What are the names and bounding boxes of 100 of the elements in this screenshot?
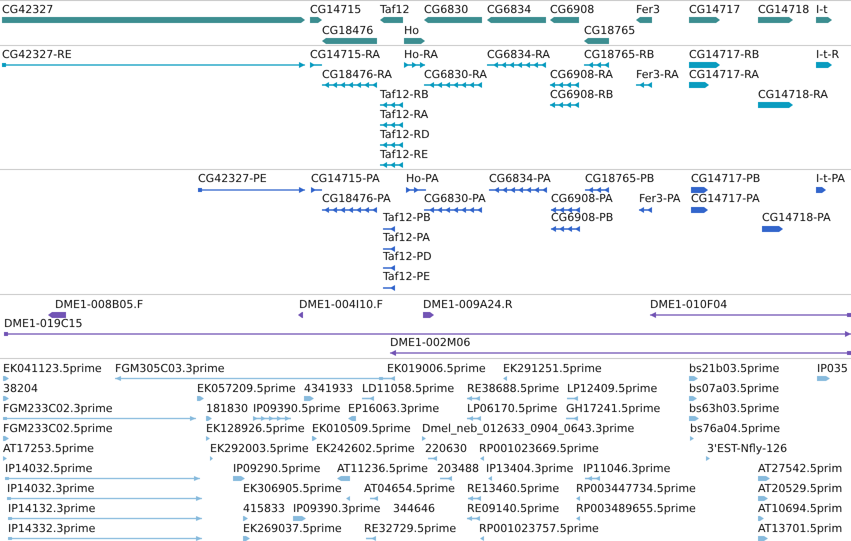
feature-label: EK019006.5prime xyxy=(387,362,486,375)
feature-label: LD11058.5prime xyxy=(362,382,454,395)
feature-label: CG6834 xyxy=(487,3,532,16)
feature-label: Fer3-PA xyxy=(639,192,680,204)
feature-label: 38204 xyxy=(3,382,38,395)
feature-label: bs21b03.5prime xyxy=(689,362,780,375)
feature-label: FGM233C02.3prime xyxy=(3,402,113,415)
feature-label: AT11236.5prime xyxy=(337,462,428,475)
feature-label: CG42327-PE xyxy=(198,172,267,185)
feature-label: 220630 xyxy=(425,442,467,455)
feature-label: CG18765 xyxy=(584,24,636,37)
feature-label: FGM305C03.3prime xyxy=(115,362,225,375)
feature-label: 3'EST-Nfly-126 xyxy=(707,442,788,455)
feature-label: CG42327-RE xyxy=(2,48,72,61)
feature-label: EK269037.5prime xyxy=(243,522,342,535)
feature-label: EK292003.5prime xyxy=(210,442,309,455)
feature-label: I-t xyxy=(816,3,828,16)
feature-label: RE38688.5prime xyxy=(467,382,560,395)
feature-label: CG6834-RA xyxy=(487,48,550,61)
feature-label: I-t-R xyxy=(816,48,840,61)
feature-label: CG14717-RB xyxy=(689,48,760,61)
feature-label: EK306905.5prime xyxy=(243,482,342,495)
feature-label: DME1-002M06 xyxy=(390,336,470,349)
feature-label: CG14715-PA xyxy=(311,172,380,185)
feature-label: Taf12-PB xyxy=(383,211,431,224)
feature-label: Taf12-RD xyxy=(380,128,430,141)
feature-label: CG14715-RA xyxy=(310,48,380,61)
feature-label: CG18765-RB xyxy=(584,48,654,61)
feature-label: RP003489655.5prime xyxy=(576,502,696,515)
feature-label: CG18476 xyxy=(322,24,374,37)
feature-label: IP11046.3prime xyxy=(583,462,670,475)
feature-label: CG6834-PA xyxy=(489,172,551,185)
feature-label: bs76a04.5prime xyxy=(690,422,780,435)
feature-label: IP14332.3prime xyxy=(8,522,96,535)
feature-label: Taf12-PA xyxy=(383,230,430,244)
feature-label: CG14717-PA xyxy=(691,192,760,204)
feature-label: Dmel_neb_012633_0904_0643.3prime xyxy=(422,422,634,435)
feature-label: IP14032.5prime xyxy=(5,462,92,475)
feature-label: CG6908-RA xyxy=(550,68,613,81)
feature-label: 4341933 xyxy=(304,382,353,395)
feature-label: Taf12 xyxy=(380,3,410,16)
feature-label: EK010509.5prime xyxy=(312,422,411,435)
feature-label: CG6830-RA xyxy=(424,68,487,81)
feature-label: CG42327 xyxy=(2,3,54,16)
feature-label: AT20529.5prim xyxy=(758,482,842,495)
feature-label: AT17253.5prime xyxy=(3,442,94,455)
feature-label: Ho-RA xyxy=(404,48,438,61)
feature-label: 344646 xyxy=(393,502,435,515)
feature-label: DME1-008B05.F xyxy=(55,298,144,311)
feature-label: AT04654.5prime xyxy=(364,482,455,495)
feature-label: DME1-009A24.R xyxy=(423,298,513,311)
feature-label: Fer3 xyxy=(636,3,660,16)
feature-label: IP14032.3prime xyxy=(7,482,94,495)
feature-label: RE32729.5prime xyxy=(364,522,456,535)
feature-label: AT27542.5prim xyxy=(758,462,842,475)
feature-label: CG6908-RB xyxy=(550,88,614,101)
feature-label: EK128926.5prime xyxy=(206,422,305,435)
feature-label: CG6908-PB xyxy=(551,211,614,224)
feature-label: CG14718 xyxy=(758,3,810,16)
feature-label: Taf12-PD xyxy=(383,250,432,263)
feature-label: EK242602.5prime xyxy=(316,442,415,455)
feature-label: EK057209.5prime xyxy=(197,382,296,395)
feature-label: RE09140.5prime xyxy=(467,502,560,515)
feature-label: IP14132.3prime xyxy=(8,502,96,515)
feature-label: EK291251.5prime xyxy=(503,362,602,375)
feature-label: CG18765-PB xyxy=(585,172,654,185)
feature-label: IP13404.3prime xyxy=(486,462,574,475)
feature-label: CG6908-PA xyxy=(551,192,613,204)
feature-label: Ho xyxy=(404,24,420,37)
feature-label: Taf12-RB xyxy=(380,88,429,101)
feature-label: Fer3-RA xyxy=(636,68,679,81)
feature-label: CG14718-RA xyxy=(758,88,828,101)
feature-label: GH17241.5prime xyxy=(566,402,660,415)
feature-label: LP06170.5prime xyxy=(467,402,558,415)
feature-label: LP12409.5prime xyxy=(567,382,658,395)
feature-label: Ho-PA xyxy=(406,172,439,185)
feature-label: EP16063.3prime xyxy=(348,402,440,415)
feature-label: RP001023669.5prime xyxy=(479,442,599,455)
feature-label: CG14718-PA xyxy=(762,211,831,224)
feature-label: CG14717-PB xyxy=(691,172,760,185)
feature-label: CG14715 xyxy=(310,3,362,16)
feature-label: 203488 xyxy=(437,462,479,475)
feature-label: Taf12-RE xyxy=(380,148,428,161)
feature-label: bs63h03.5prime xyxy=(689,402,780,415)
feature-label: bs07a03.5prime xyxy=(689,382,779,395)
feature-label: Taf12-RA xyxy=(380,108,428,121)
feature-label: 181830 xyxy=(206,402,248,415)
feature-label: AT13701.5prim xyxy=(758,522,842,535)
feature-label: AT10694.5prim xyxy=(758,502,842,515)
feature-label: FGM233C02.5prime xyxy=(3,422,113,435)
feature-label: I-t-PA xyxy=(816,172,845,185)
feature-label: CG6830-PA xyxy=(424,192,486,204)
feature-label: IP09290.5prime xyxy=(233,462,320,475)
feature-label: CG18476-PA xyxy=(322,192,391,204)
feature-label: EK041123.5prime xyxy=(3,362,102,375)
feature-label: DME1-019C15 xyxy=(4,317,83,330)
feature-label: 415833 xyxy=(243,502,285,515)
feature-label: DME1-010F04 xyxy=(650,298,728,311)
feature-label: CG6830 xyxy=(424,3,468,16)
feature-label: RP003447734.5prime xyxy=(576,482,696,495)
